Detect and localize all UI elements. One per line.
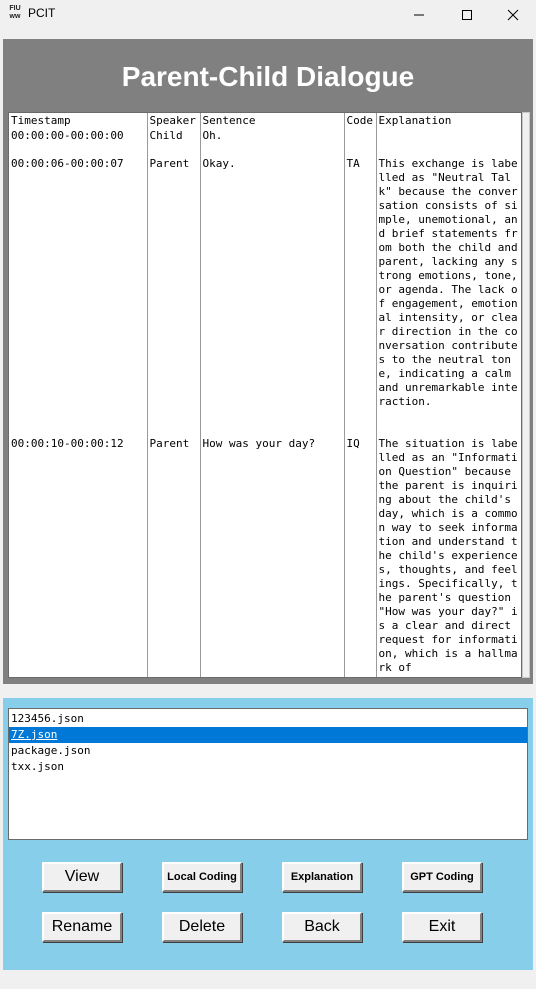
header-timestamp: Timestamp [11,114,71,127]
header-explanation: Explanation [375,113,521,128]
dialogue-table: Timestamp Speaker Sentence Code Explanat… [9,113,521,677]
app-logo-subtext: ww [9,13,21,20]
minimize-button[interactable] [396,0,442,30]
exit-button[interactable]: Exit [402,912,482,942]
cell-sentence: Okay. [199,156,344,436]
explanation-button[interactable]: Explanation [282,862,362,892]
dialogue-panel: Parent-Child Dialogue Timestamp Speaker … [3,39,533,684]
page-title: Parent-Child Dialogue [121,61,415,92]
dialogue-scrollbar[interactable] [522,112,530,678]
cell-sentence: Oh. [199,128,344,156]
delete-button[interactable]: Delete [162,912,242,942]
app-logo-text: FIU [9,5,21,12]
cell-speaker: Child [146,128,200,156]
cell-sentence: How was your day? [199,436,344,677]
table-row: Timestamp Speaker Sentence Code Explanat… [9,113,521,128]
list-item-selected[interactable]: 7Z.json [9,727,527,743]
table-row: 00:00:00-00:00:00 Child Oh. [9,128,521,156]
cell-timestamp: 00:00:00-00:00:00 [11,129,124,142]
window-title: PCIT [28,6,56,20]
file-listbox[interactable]: 123456.json 7Z.json package.json txx.jso… [8,708,528,840]
list-item[interactable]: package.json [9,743,527,759]
table-row: 00:00:10-00:00:12 Parent How was your da… [9,436,521,677]
close-icon [507,9,519,21]
cell-code: TA [343,156,376,436]
cell-timestamp: 00:00:06-00:00:07 [11,157,124,170]
cell-code: IQ [343,436,376,677]
local-coding-button[interactable]: Local Coding [162,862,242,892]
table-row: 00:00:06-00:00:07 Parent Okay. TA This e… [9,156,521,436]
list-item[interactable]: 123456.json [9,711,527,727]
header-code: Code [343,113,376,128]
close-button[interactable] [490,0,536,30]
gpt-coding-button[interactable]: GPT Coding [402,862,482,892]
maximize-icon [462,10,472,20]
view-button[interactable]: View [42,862,122,892]
maximize-button[interactable] [444,0,490,30]
minimize-icon [414,14,424,16]
cell-code [343,128,376,156]
cell-explanation: This exchange is labelled as "Neutral Ta… [375,156,521,436]
control-panel: 123456.json 7Z.json package.json txx.jso… [3,698,533,970]
header-sentence: Sentence [199,113,344,128]
app-logo-icon: FIU ww [7,5,23,23]
cell-timestamp: 00:00:10-00:00:12 [11,437,124,450]
title-bar: FIU ww PCIT [0,0,536,30]
cell-speaker: Parent [146,156,200,436]
cell-explanation [375,128,521,156]
list-item[interactable]: txx.json [9,759,527,775]
back-button[interactable]: Back [282,912,362,942]
cell-explanation: The situation is labelled as an "Informa… [375,436,521,677]
cell-speaker: Parent [146,436,200,677]
rename-button[interactable]: Rename [42,912,122,942]
dialogue-text-area[interactable]: Timestamp Speaker Sentence Code Explanat… [8,112,522,678]
header-speaker: Speaker [146,113,200,128]
